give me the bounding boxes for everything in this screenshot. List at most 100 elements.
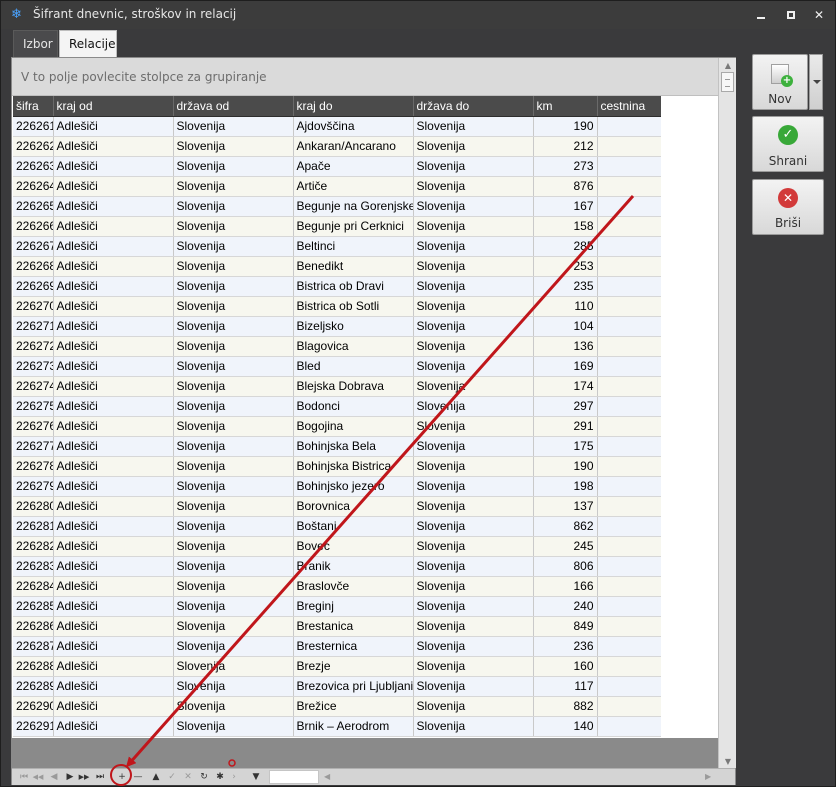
table-cell[interactable]: Slovenija	[173, 116, 294, 137]
table-cell[interactable]	[597, 296, 662, 317]
table-cell[interactable]: Blejska Dobrava	[293, 376, 414, 397]
table-cell[interactable]: Slovenija	[173, 636, 294, 657]
table-cell[interactable]: Adlešiči	[53, 136, 174, 157]
table-cell[interactable]: 226274	[13, 376, 54, 397]
table-cell[interactable]: Breginj	[293, 596, 414, 617]
table-cell[interactable]	[597, 456, 662, 477]
title-bar[interactable]: ❄ Šifrant dnevnic, stroškov in relacij ✕	[1, 1, 835, 29]
table-row[interactable]: 226261 Adlešiči Slovenija Ajdovščina Sloveni…	[13, 116, 662, 137]
table-cell[interactable]: Bohinjska Bistrica	[293, 456, 414, 477]
table-cell[interactable]: Slovenija	[413, 596, 534, 617]
column-header-3[interactable]: kraj do	[293, 96, 414, 117]
table-cell[interactable]: 190	[533, 116, 598, 137]
table-cell[interactable]: 226271	[13, 316, 54, 337]
table-cell[interactable]: Brnik – Aerodrom	[293, 716, 414, 737]
table-row[interactable]: 226276 Adlešiči Slovenija Bogojina Slovenija…	[13, 416, 662, 437]
table-cell[interactable]	[597, 636, 662, 657]
table-cell[interactable]: Slovenija	[173, 396, 294, 417]
table-cell[interactable]: 136	[533, 336, 598, 357]
table-cell[interactable]: Adlešiči	[53, 496, 174, 517]
table-row[interactable]: 226274 Adlešiči Slovenija Blejska Dobrava Sl…	[13, 376, 662, 397]
table-cell[interactable]: 235	[533, 276, 598, 297]
table-row[interactable]: 226277 Adlešiči Slovenija Bohinjska Bela Slo…	[13, 436, 662, 457]
table-cell[interactable]: Slovenija	[173, 656, 294, 677]
table-cell[interactable]: Apače	[293, 156, 414, 177]
table-cell[interactable]: 226277	[13, 436, 54, 457]
table-cell[interactable]	[597, 356, 662, 377]
scroll-right-arrow-icon[interactable]: ▶	[705, 770, 715, 784]
table-cell[interactable]: 862	[533, 516, 598, 537]
table-row[interactable]: 226262 Adlešiči Slovenija Ankaran/Ancarano S…	[13, 136, 662, 157]
confirm-record-icon[interactable]: ✓	[166, 770, 178, 784]
table-cell[interactable]: 166	[533, 576, 598, 597]
table-cell[interactable]: Slovenija	[413, 536, 534, 557]
table-cell[interactable]: 297	[533, 396, 598, 417]
close-button[interactable]: ✕	[811, 7, 827, 23]
table-cell[interactable]	[597, 476, 662, 497]
table-row[interactable]: 226272 Adlešiči Slovenija Blagovica Slovenij…	[13, 336, 662, 357]
table-cell[interactable]	[597, 496, 662, 517]
table-cell[interactable]: 158	[533, 216, 598, 237]
table-cell[interactable]: Brezovica pri Ljubljani	[293, 676, 414, 697]
scroll-down-arrow-icon[interactable]: ▼	[722, 757, 734, 766]
table-row[interactable]: 226281 Adlešiči Slovenija Boštanj Slovenija 8…	[13, 516, 662, 537]
table-cell[interactable]: 226272	[13, 336, 54, 357]
table-cell[interactable]: Slovenija	[173, 156, 294, 177]
table-cell[interactable]: 226286	[13, 616, 54, 637]
bookmark-icon[interactable]: ✱	[214, 770, 226, 784]
table-cell[interactable]	[597, 676, 662, 697]
table-cell[interactable]: 226281	[13, 516, 54, 537]
table-cell[interactable]: Adlešiči	[53, 256, 174, 277]
table-row[interactable]: 226268 Adlešiči Slovenija Benedikt Slovenija…	[13, 256, 662, 277]
table-cell[interactable]: Slovenija	[413, 356, 534, 377]
table-cell[interactable]: Slovenija	[413, 616, 534, 637]
new-button[interactable]: + Nov	[752, 54, 808, 110]
table-cell[interactable]	[597, 656, 662, 677]
vertical-scrollbar[interactable]: ▲ ▼	[718, 58, 736, 768]
table-cell[interactable]: Slovenija	[173, 356, 294, 377]
goto-bookmark-icon[interactable]: ›	[228, 770, 240, 784]
table-cell[interactable]: Slovenija	[413, 176, 534, 197]
table-cell[interactable]: 240	[533, 596, 598, 617]
table-cell[interactable]: Brežice	[293, 696, 414, 717]
table-cell[interactable]: Slovenija	[173, 536, 294, 557]
table-cell[interactable]: Adlešiči	[53, 476, 174, 497]
table-cell[interactable]: Adlešiči	[53, 436, 174, 457]
prev-record-icon[interactable]: ◀	[48, 770, 60, 784]
table-cell[interactable]: 226284	[13, 576, 54, 597]
table-cell[interactable]: 245	[533, 536, 598, 557]
table-cell[interactable]: 882	[533, 696, 598, 717]
table-cell[interactable]	[597, 156, 662, 177]
table-cell[interactable]: Braslovče	[293, 576, 414, 597]
table-cell[interactable]: Slovenija	[173, 216, 294, 237]
table-cell[interactable]: 253	[533, 256, 598, 277]
table-cell[interactable]: Adlešiči	[53, 236, 174, 257]
table-cell[interactable]	[597, 556, 662, 577]
table-cell[interactable]: Begunje pri Cerknici	[293, 216, 414, 237]
table-cell[interactable]: Boštanj	[293, 516, 414, 537]
cancel-record-icon[interactable]: ✕	[182, 770, 194, 784]
table-cell[interactable]: Bizeljsko	[293, 316, 414, 337]
table-cell[interactable]: Begunje na Gorenjske	[293, 196, 414, 217]
prev-page-icon[interactable]: ◀◀	[32, 770, 44, 784]
navigator-text-box[interactable]	[269, 770, 319, 784]
table-cell[interactable]: 226275	[13, 396, 54, 417]
table-cell[interactable]: Slovenija	[173, 476, 294, 497]
save-button[interactable]: ✓ Shrani	[752, 116, 824, 172]
table-cell[interactable]: 226287	[13, 636, 54, 657]
table-cell[interactable]: Slovenija	[173, 416, 294, 437]
table-cell[interactable]: Adlešiči	[53, 176, 174, 197]
table-cell[interactable]: 169	[533, 356, 598, 377]
table-cell[interactable]: Adlešiči	[53, 196, 174, 217]
table-cell[interactable]: Slovenija	[413, 336, 534, 357]
table-cell[interactable]: Bodonci	[293, 396, 414, 417]
table-cell[interactable]: Slovenija	[413, 156, 534, 177]
table-cell[interactable]: Slovenija	[413, 676, 534, 697]
scroll-thumb[interactable]	[721, 72, 734, 92]
table-cell[interactable]: 226266	[13, 216, 54, 237]
table-row[interactable]: 226287 Adlešiči Slovenija Bresternica Sloven…	[13, 636, 662, 657]
table-cell[interactable]: 198	[533, 476, 598, 497]
table-cell[interactable]: 273	[533, 156, 598, 177]
table-cell[interactable]: 137	[533, 496, 598, 517]
table-cell[interactable]: 226279	[13, 476, 54, 497]
